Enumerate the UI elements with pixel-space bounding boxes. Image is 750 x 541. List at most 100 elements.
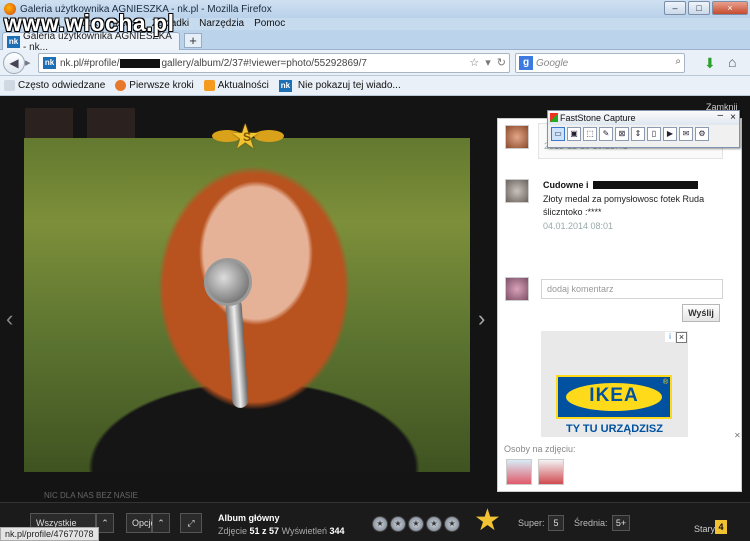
url-redaction (120, 58, 161, 68)
capture-object-icon[interactable]: ▣ (567, 127, 581, 141)
bookmarks-toolbar: Często odwiedzane Pierwsze kroki Aktualn… (0, 76, 750, 96)
viewer-bottom-bar: NIC DLA NAS BEZ NASIE Wszystkie zdjęcia … (0, 491, 750, 541)
average-value: 5+ (612, 515, 630, 531)
new-tab-button[interactable]: + (184, 33, 202, 48)
bookmark-getting-started[interactable]: Pierwsze kroki (115, 80, 194, 91)
faststone-logo-icon (550, 113, 558, 122)
filter-chevron-up-icon[interactable]: ⌃ (96, 513, 114, 533)
medal-icon[interactable]: ★ (372, 516, 388, 532)
bookmark-most-visited[interactable]: Często odwiedzane (4, 80, 105, 91)
nk-favicon: nk (7, 35, 20, 48)
comment-author[interactable]: Cudowne i (543, 180, 718, 190)
avatar (505, 277, 529, 301)
badge-letter: S (243, 130, 252, 144)
back-button[interactable]: ◀ (3, 52, 25, 74)
avatar[interactable] (505, 125, 529, 149)
super-label: Super: (518, 518, 545, 528)
background-thumbnails (25, 108, 135, 138)
capture-fullscreen-icon[interactable]: ⊠ (615, 127, 629, 141)
person-thumbnail[interactable] (506, 459, 532, 485)
nk-favicon: nk (43, 57, 56, 69)
faststone-close-button[interactable]: × (730, 111, 736, 125)
nk-favicon: nk (278, 79, 292, 92)
options-dropdown[interactable]: Opcje (126, 513, 156, 533)
bookmark-star-icon[interactable]: ☆ (469, 56, 479, 69)
photo-viewer: Zamknij ‹ › ★ S 2013-12-19 19:23:41 Cudo… (0, 96, 750, 541)
url-actions: ☆ ▾ ↻ (469, 56, 506, 69)
rss-icon (203, 80, 215, 91)
next-photo-arrow[interactable]: › (478, 306, 485, 332)
stars-count: 4 (715, 520, 727, 534)
close-window-button[interactable]: × (712, 1, 748, 15)
capture-scroll-icon[interactable]: ⇕ (631, 127, 645, 141)
person-thumbnail[interactable] (538, 459, 564, 485)
capture-freehand-icon[interactable]: ✎ (599, 127, 613, 141)
faststone-minimize-button[interactable]: – (717, 109, 723, 123)
side-expand-icon[interactable]: ✕ (734, 431, 741, 440)
ikea-ad[interactable]: IKEA ® TY TU URZĄDZISZ (541, 331, 688, 437)
url-bar[interactable]: nk nk.pl/#profile/ gallery/album/2/37#!v… (38, 53, 510, 73)
home-icon[interactable]: ⌂ (728, 54, 736, 70)
stars-label: Stary (694, 524, 716, 534)
shower-handle (225, 297, 249, 409)
reload-icon[interactable]: ↻ (497, 56, 506, 69)
comment-date: 04.01.2014 08:01 (543, 221, 614, 231)
search-bar[interactable]: g Google ⌕ (515, 53, 685, 73)
fullscreen-icon[interactable]: ⤢ (180, 513, 202, 533)
comment-box: Cudowne i Złoty medal za pomysłowosc fot… (538, 177, 723, 235)
faststone-titlebar: FastStone Capture – × (548, 109, 739, 125)
capture-fixed-icon[interactable]: ▯ (647, 127, 661, 141)
capture-window-icon[interactable]: ▭ (551, 127, 565, 141)
super-star-icon[interactable]: ★ (474, 506, 501, 536)
watermark: www.wiocha.pl (4, 10, 175, 36)
faststone-title: FastStone Capture (560, 113, 636, 123)
medal-icon[interactable]: ★ (426, 516, 442, 532)
ad-slogan: TY TU URZĄDZISZ (566, 423, 663, 435)
minimize-button[interactable]: – (664, 1, 686, 15)
bookmark-nk[interactable]: nk Nie pokazuj tej wiado... (278, 79, 401, 92)
prev-photo-arrow[interactable]: ‹ (6, 306, 13, 332)
faststone-capture-toolbar: FastStone Capture – × ▭ ▣ ⬚ ✎ ⊠ ⇕ ▯ ▶ ✉ … (547, 110, 740, 148)
download-icon[interactable]: ⬇ (704, 55, 716, 72)
medal-icon[interactable]: ★ (390, 516, 406, 532)
firefox-icon (115, 80, 127, 91)
options-chevron-up-icon[interactable]: ⌃ (152, 513, 170, 533)
background-text: NIC DLA NAS BEZ NASIE (44, 491, 138, 500)
window-controls: – □ × (664, 1, 748, 15)
faststone-tools: ▭ ▣ ⬚ ✎ ⊠ ⇕ ▯ ▶ ✉ ⚙ (548, 125, 739, 143)
status-bar: nk.pl/profile/47677078 (0, 527, 99, 541)
ikea-brand: IKEA (589, 385, 639, 406)
send-comment-button[interactable]: Wyślij (682, 304, 720, 322)
search-icon[interactable]: ⌕ (675, 56, 681, 67)
dropdown-icon[interactable]: ▾ (485, 56, 491, 69)
author-redaction (592, 181, 698, 189)
medal-icon[interactable]: ★ (444, 516, 460, 532)
forward-button[interactable]: ▸ (25, 56, 31, 69)
super-star-badge: ★ S (212, 120, 284, 156)
url-text: nk.pl/#profile/ (60, 57, 120, 69)
search-placeholder: Google (536, 57, 569, 69)
maximize-button[interactable]: □ (688, 1, 710, 15)
add-comment-input[interactable]: dodaj komentarz (541, 279, 723, 299)
output-icon[interactable]: ✉ (679, 127, 693, 141)
ikea-logo: IKEA ® (556, 375, 672, 419)
ad-close-icon[interactable]: × (676, 332, 687, 343)
url-tail: gallery/album/2/37#!viewer=photo/5529286… (161, 57, 367, 69)
video-recorder-icon[interactable]: ▶ (663, 127, 677, 141)
google-icon: g (519, 56, 533, 70)
shower-head (204, 258, 252, 306)
album-title: Album główny (218, 513, 280, 523)
settings-icon[interactable]: ⚙ (695, 127, 709, 141)
super-count: 5 (548, 515, 564, 531)
average-label: Średnia: (574, 518, 608, 528)
comment-text: Złoty medal za pomysłowosc fotek Ruda śl… (543, 194, 705, 217)
registered-mark-icon: ® (662, 379, 668, 386)
navigation-bar: ◀ ▸ nk nk.pl/#profile/ gallery/album/2/3… (0, 50, 750, 76)
capture-rectangle-icon[interactable]: ⬚ (583, 127, 597, 141)
ad-info-icon[interactable]: i (665, 332, 675, 342)
medal-icon[interactable]: ★ (408, 516, 424, 532)
comments-panel: 2013-12-19 19:23:41 Cudowne i Złoty meda… (497, 118, 742, 492)
bookmark-news[interactable]: Aktualności (203, 80, 269, 91)
avatar[interactable] (505, 179, 529, 203)
views-count: 344 (329, 526, 345, 536)
